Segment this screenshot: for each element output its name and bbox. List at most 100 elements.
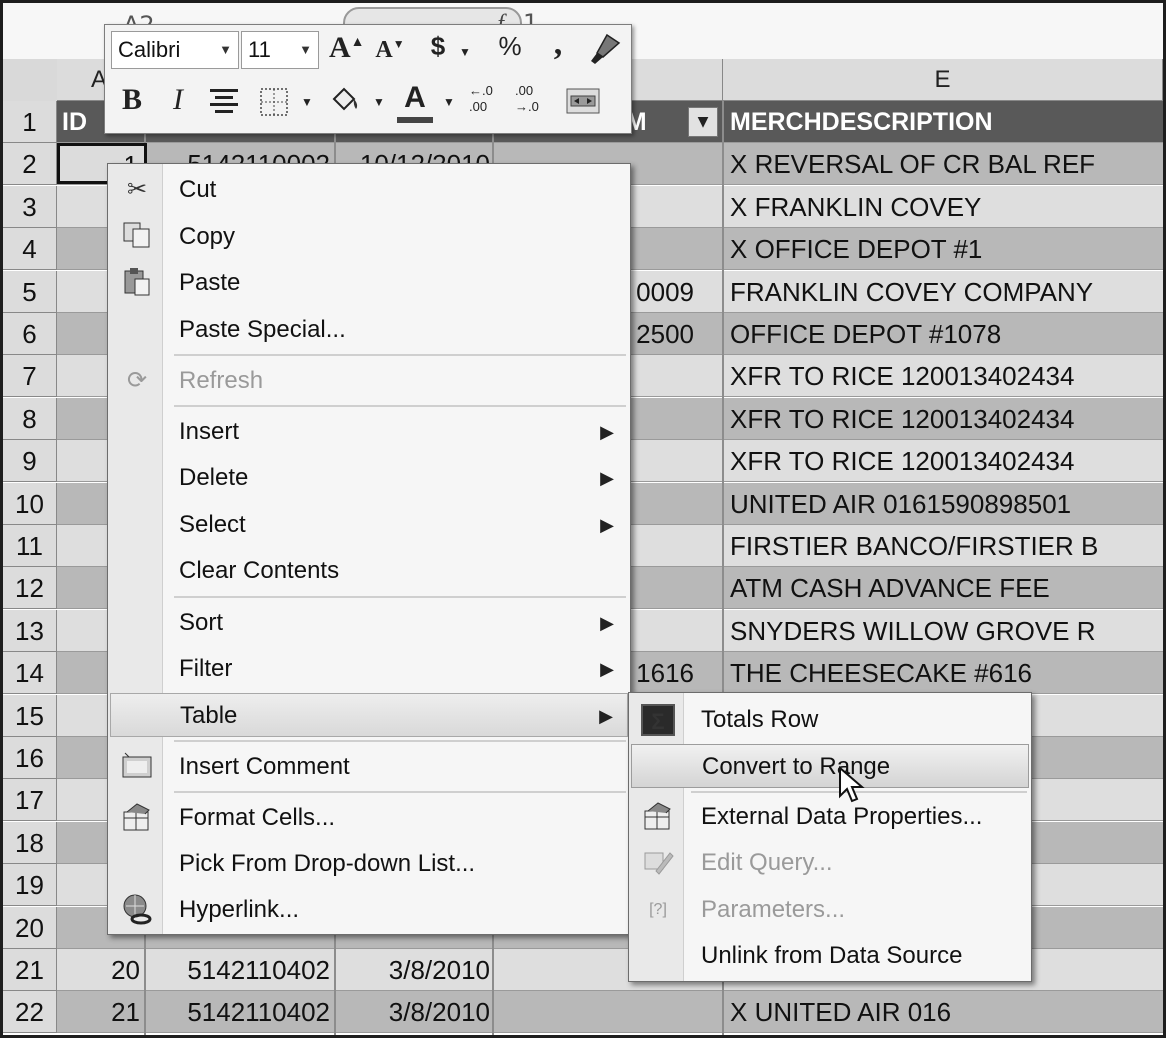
- row-header[interactable]: 21: [3, 949, 57, 991]
- menu-item-clear-contents[interactable]: Clear Contents: [110, 549, 628, 593]
- row-header[interactable]: 6: [3, 313, 57, 355]
- decrease-decimal-button[interactable]: .00 →.0: [515, 83, 553, 115]
- row-header[interactable]: 8: [3, 398, 57, 440]
- menu-item-label: Insert Comment: [179, 753, 350, 780]
- menu-item-refresh[interactable]: ⟳ Refresh: [110, 359, 628, 403]
- menu-item-insert[interactable]: Insert ▶: [110, 410, 628, 454]
- hyperlink-icon: [120, 894, 154, 926]
- row-header[interactable]: 18: [3, 822, 57, 864]
- font-size-select[interactable]: 11 ▼: [241, 31, 319, 69]
- submenu-item-unlink[interactable]: Unlink from Data Source: [631, 934, 1029, 978]
- cell-e[interactable]: ATM CASH ADVANCE FEE: [730, 567, 1160, 609]
- chevron-down-icon[interactable]: ▼: [441, 95, 457, 110]
- chevron-down-icon[interactable]: ▼: [299, 95, 315, 110]
- chevron-down-icon: ▼: [219, 42, 232, 57]
- shrink-font-button[interactable]: A▼: [373, 37, 407, 64]
- comment-icon: [120, 751, 154, 783]
- borders-button[interactable]: [257, 87, 291, 125]
- menu-item-table[interactable]: Table ▶: [110, 693, 628, 737]
- row-header[interactable]: 3: [3, 186, 57, 228]
- row-header[interactable]: 16: [3, 737, 57, 779]
- merge-center-button[interactable]: [563, 87, 603, 123]
- column-header-e[interactable]: E: [723, 59, 1163, 101]
- font-name-select[interactable]: Calibri ▼: [111, 31, 239, 69]
- menu-item-insert-comment[interactable]: Insert Comment: [110, 745, 628, 789]
- cell-e[interactable]: X UNITED AIR 016: [730, 991, 1160, 1033]
- cell-e[interactable]: OFFICE DEPOT #1078: [730, 313, 1160, 355]
- chevron-down-icon[interactable]: ▼: [457, 45, 473, 60]
- row-header[interactable]: 10: [3, 483, 57, 525]
- menu-item-cut[interactable]: ✂ Cut: [110, 168, 628, 212]
- menu-item-delete[interactable]: Delete ▶: [110, 456, 628, 500]
- menu-item-label: Paste: [179, 269, 241, 296]
- submenu-item-edit-query[interactable]: Edit Query...: [631, 841, 1029, 885]
- italic-button[interactable]: I: [163, 83, 193, 117]
- row-header[interactable]: 7: [3, 355, 57, 397]
- comma-style-button[interactable]: ,: [545, 25, 571, 63]
- cell-b[interactable]: 5142110402: [150, 949, 330, 991]
- cell-e[interactable]: XFR TO RICE 120013402434: [730, 440, 1160, 482]
- increase-decimal-button[interactable]: ←.0 .00: [469, 83, 507, 115]
- fill-color-button[interactable]: [327, 85, 363, 125]
- cell-e[interactable]: FRANKLIN COVEY COMPANY: [730, 271, 1160, 313]
- cell-e[interactable]: FIRSTIER BANCO/FIRSTIER B: [730, 525, 1160, 567]
- cell-a[interactable]: 20: [62, 949, 140, 991]
- menu-item-label: Select: [179, 511, 246, 538]
- percent-button[interactable]: %: [493, 31, 527, 62]
- submenu-item-totals-row[interactable]: Σ Totals Row: [631, 698, 1029, 742]
- row-header[interactable]: 4: [3, 228, 57, 270]
- chevron-down-icon[interactable]: ▼: [371, 95, 387, 110]
- menu-item-sort[interactable]: Sort ▶: [110, 601, 628, 645]
- row-header[interactable]: 15: [3, 695, 57, 737]
- menu-item-select[interactable]: Select ▶: [110, 503, 628, 547]
- filter-dropdown-button[interactable]: ▼: [688, 107, 718, 137]
- menu-item-paste-special[interactable]: Paste Special...: [110, 308, 628, 352]
- menu-item-filter[interactable]: Filter ▶: [110, 647, 628, 691]
- center-align-button[interactable]: [207, 87, 241, 123]
- refresh-icon: ⟳: [126, 367, 148, 394]
- menu-item-copy[interactable]: Copy: [110, 215, 628, 259]
- grow-font-button[interactable]: A▲: [329, 31, 365, 65]
- row-header[interactable]: 19: [3, 864, 57, 906]
- submenu-item-convert-to-range[interactable]: Convert to Range: [631, 744, 1029, 788]
- cell-e[interactable]: X REVERSAL OF CR BAL REF: [730, 143, 1160, 185]
- menu-item-label: Refresh: [179, 367, 264, 394]
- row-header[interactable]: 13: [3, 610, 57, 652]
- cell-e[interactable]: XFR TO RICE 120013402434: [730, 355, 1160, 397]
- row-header[interactable]: 20: [3, 907, 57, 949]
- menu-item-format-cells[interactable]: Format Cells...: [110, 796, 628, 840]
- cell-e[interactable]: THE CHEESECAKE #616: [730, 652, 1160, 694]
- cell-c[interactable]: 3/8/2010: [340, 991, 490, 1033]
- submenu-item-parameters[interactable]: [?] Parameters...: [631, 888, 1029, 932]
- submenu-item-external-data-properties[interactable]: External Data Properties...: [631, 795, 1029, 839]
- menu-item-paste[interactable]: Paste: [110, 261, 628, 305]
- font-name-value: Calibri: [118, 37, 181, 62]
- cell-c[interactable]: 3/8/2010: [340, 949, 490, 991]
- row-header[interactable]: 2: [3, 143, 57, 185]
- row-header[interactable]: 14: [3, 652, 57, 694]
- row-header[interactable]: 17: [3, 779, 57, 821]
- row-header[interactable]: 22: [3, 991, 57, 1033]
- cell-b[interactable]: 5142110402: [150, 991, 330, 1033]
- cell-e[interactable]: XFR TO RICE 120013402434: [730, 398, 1160, 440]
- menu-item-label: Copy: [179, 223, 236, 250]
- bold-button[interactable]: B: [117, 83, 147, 117]
- header-cell-merchdescription[interactable]: MERCHDESCRIPTION: [730, 101, 1160, 143]
- row-header[interactable]: 12: [3, 567, 57, 609]
- row-header[interactable]: 1: [3, 101, 57, 143]
- format-painter-button[interactable]: [583, 33, 623, 73]
- row-header[interactable]: 9: [3, 440, 57, 482]
- menu-item-hyperlink[interactable]: Hyperlink...: [110, 888, 628, 932]
- cell-e[interactable]: UNITED AIR 0161590898501: [730, 483, 1160, 525]
- cell-a[interactable]: 21: [62, 991, 140, 1033]
- cell-e[interactable]: SNYDERS WILLOW GROVE R: [730, 610, 1160, 652]
- cell-e[interactable]: X FRANKLIN COVEY: [730, 186, 1160, 228]
- row-header[interactable]: 11: [3, 525, 57, 567]
- submenu-arrow-icon: ▶: [600, 515, 614, 535]
- select-all-corner[interactable]: [3, 59, 58, 102]
- currency-button[interactable]: $: [423, 31, 453, 62]
- cell-e[interactable]: X OFFICE DEPOT #1: [730, 228, 1160, 270]
- menu-item-pick-from-list[interactable]: Pick From Drop-down List...: [110, 842, 628, 886]
- font-color-button[interactable]: A: [397, 79, 433, 123]
- row-header[interactable]: 5: [3, 271, 57, 313]
